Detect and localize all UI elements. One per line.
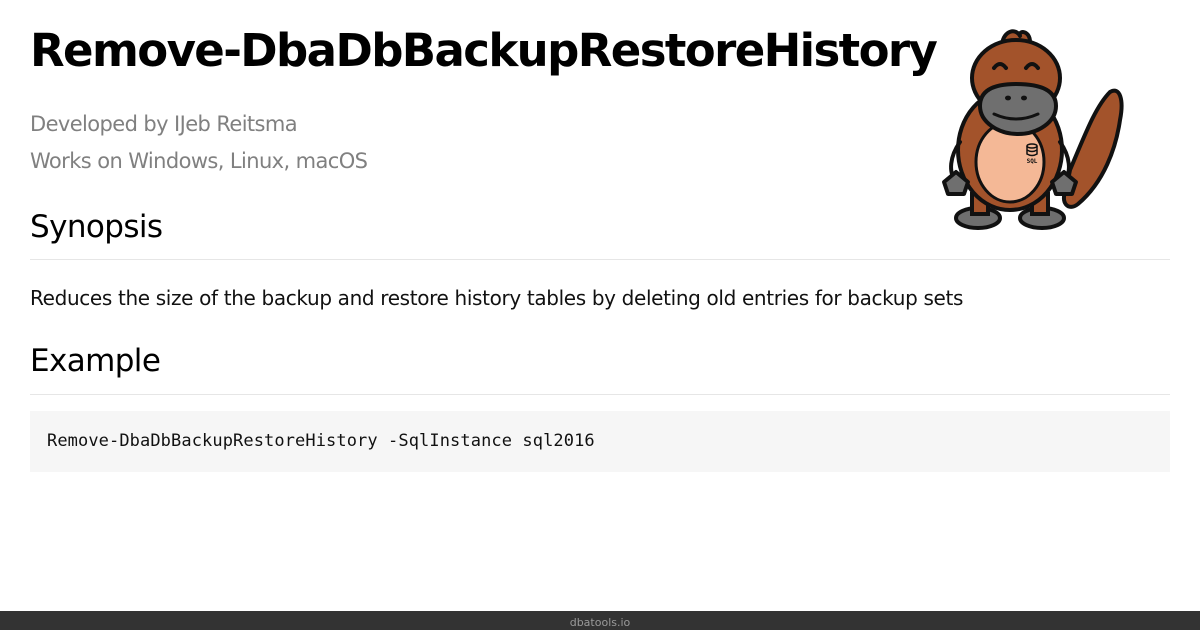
example-heading: Example	[30, 343, 161, 379]
example-divider	[30, 394, 1170, 395]
developer-credit: Developed by IJeb Reitsma	[30, 112, 298, 136]
page-title: Remove-DbaDbBackupRestoreHistory	[30, 24, 938, 77]
synopsis-heading: Synopsis	[30, 209, 163, 245]
footer-site-link[interactable]: dbatools.io	[570, 616, 631, 629]
sql-badge-text: SQL	[1027, 158, 1038, 165]
platypus-mascot-icon: SQL	[942, 29, 1124, 230]
synopsis-divider	[30, 259, 1170, 260]
synopsis-text: Reduces the size of the backup and resto…	[30, 286, 964, 310]
example-code[interactable]: Remove-DbaDbBackupRestoreHistory -SqlIns…	[47, 429, 595, 453]
footer-bar: dbatools.io	[0, 611, 1200, 630]
platform-support: Works on Windows, Linux, macOS	[30, 149, 368, 173]
code-block: Remove-DbaDbBackupRestoreHistory -SqlIns…	[30, 411, 1170, 472]
